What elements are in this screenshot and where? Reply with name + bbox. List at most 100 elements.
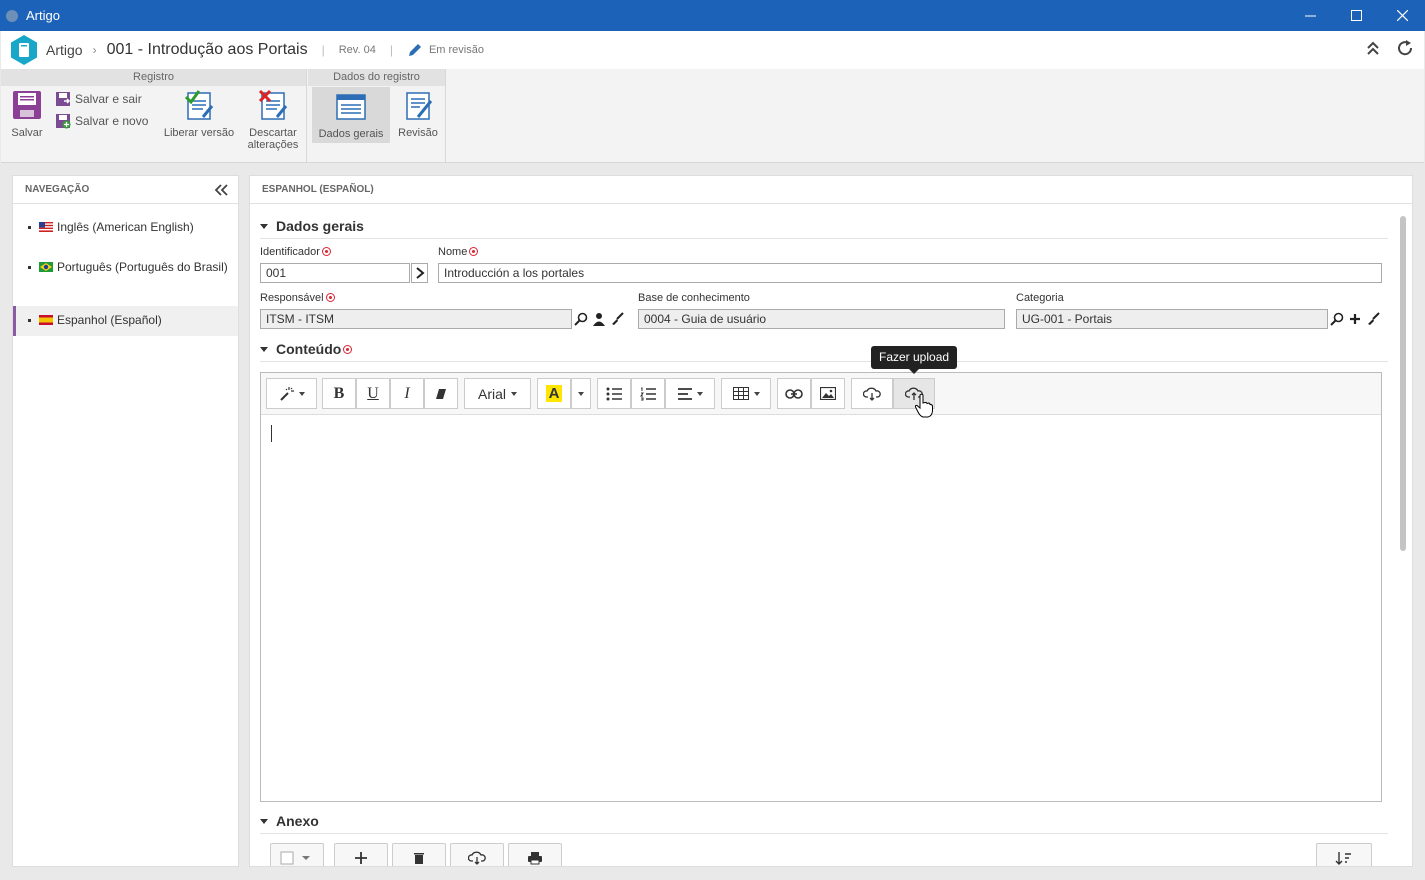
category-add-button[interactable] bbox=[1346, 309, 1363, 329]
nav-item-spanish[interactable]: Espanhol (Español) bbox=[13, 306, 238, 336]
category-input[interactable]: UG-001 - Portais bbox=[1016, 309, 1328, 329]
kb-label: Base de conhecimento bbox=[638, 292, 750, 304]
insert-link-button[interactable] bbox=[777, 378, 811, 409]
ribbon-group-registro: Registro Salvar Salvar e sair Salvar e n… bbox=[1, 69, 307, 163]
table-select[interactable] bbox=[721, 378, 771, 409]
minimize-button[interactable] bbox=[1287, 0, 1333, 31]
image-icon bbox=[820, 387, 836, 400]
responsible-user-button[interactable] bbox=[590, 309, 607, 329]
font-family-select[interactable]: Arial bbox=[464, 378, 531, 409]
record-header: Artigo › 001 - Introdução aos Portais | … bbox=[1, 31, 1424, 69]
discard-changes-button[interactable]: Descartar alterações bbox=[243, 89, 303, 151]
revision-icon bbox=[406, 92, 433, 120]
underline-button[interactable]: U bbox=[356, 378, 390, 409]
pencil-icon bbox=[408, 44, 421, 56]
discard-changes-icon bbox=[258, 89, 288, 120]
save-button[interactable]: Salvar bbox=[7, 89, 47, 139]
collapse-triangle-icon bbox=[260, 223, 268, 229]
section-attachment[interactable]: Anexo bbox=[260, 813, 1388, 834]
upload-tooltip: Fazer upload bbox=[871, 346, 958, 374]
printer-icon bbox=[528, 852, 542, 865]
general-data-button[interactable]: Dados gerais bbox=[312, 87, 390, 143]
hand-cursor-icon bbox=[914, 393, 933, 418]
category-clear-button[interactable] bbox=[1364, 309, 1381, 329]
cloud-download-icon bbox=[863, 387, 881, 401]
general-data-icon bbox=[336, 94, 366, 120]
table-icon bbox=[732, 387, 749, 400]
editor-content-area[interactable] bbox=[261, 416, 1381, 801]
category-search-button[interactable] bbox=[1328, 309, 1345, 329]
cloud-download-button[interactable] bbox=[851, 378, 893, 409]
required-icon bbox=[321, 247, 331, 256]
identifier-label: Identificador bbox=[260, 246, 331, 258]
revision-button[interactable]: Revisão bbox=[394, 89, 442, 139]
sort-icon bbox=[1335, 852, 1351, 865]
section-content[interactable]: Conteúdo bbox=[260, 341, 1388, 362]
delete-attachment-button[interactable] bbox=[392, 843, 446, 866]
save-new-button[interactable]: Salvar e novo bbox=[55, 113, 148, 129]
select-all-checkbox[interactable] bbox=[270, 843, 324, 866]
spain-flag-icon bbox=[39, 315, 53, 325]
numbered-list-icon bbox=[640, 387, 656, 400]
main-panel-title: ESPANHOL (ESPAÑOL) bbox=[250, 176, 1412, 204]
trash-icon bbox=[414, 853, 424, 864]
responsible-label: Responsável bbox=[260, 292, 335, 304]
ribbon-group-dados-registro: Dados do registro Dados gerais Revisão bbox=[308, 69, 446, 163]
insert-image-button[interactable] bbox=[811, 378, 845, 409]
style-magic-button[interactable] bbox=[266, 378, 317, 409]
maximize-button[interactable] bbox=[1333, 0, 1379, 31]
sort-attachments-button[interactable] bbox=[1316, 843, 1372, 866]
link-icon bbox=[785, 388, 803, 399]
status-badge: Em revisão bbox=[428, 44, 484, 56]
responsible-search-button[interactable] bbox=[572, 309, 589, 329]
highlight-color-button[interactable]: A bbox=[537, 378, 571, 409]
numbered-list-button[interactable] bbox=[631, 378, 665, 409]
section-general-data[interactable]: Dados gerais bbox=[260, 218, 1388, 239]
breadcrumb-app[interactable]: Artigo bbox=[46, 42, 83, 58]
save-exit-button[interactable]: Salvar e sair bbox=[55, 91, 142, 107]
revision-label: Rev. 04 bbox=[338, 44, 376, 56]
main-panel: ESPANHOL (ESPAÑOL) Dados gerais Identifi… bbox=[249, 175, 1413, 867]
window-title: Artigo bbox=[26, 8, 60, 23]
add-attachment-button[interactable] bbox=[334, 843, 388, 866]
collapse-up-icon[interactable] bbox=[1366, 39, 1380, 57]
clear-format-button[interactable] bbox=[424, 378, 458, 409]
eraser-brush-icon bbox=[1367, 312, 1380, 325]
save-exit-icon bbox=[56, 92, 71, 106]
responsible-clear-button[interactable] bbox=[608, 309, 625, 329]
chevron-right-icon bbox=[415, 267, 425, 279]
user-icon bbox=[592, 313, 605, 326]
rich-text-editor: B U I Arial A bbox=[260, 372, 1382, 802]
align-select[interactable] bbox=[665, 378, 715, 409]
name-input[interactable]: Introducción a los portales bbox=[438, 263, 1382, 283]
download-attachment-button[interactable] bbox=[450, 843, 504, 866]
close-button[interactable] bbox=[1379, 0, 1425, 31]
eraser-brush-icon bbox=[611, 312, 624, 325]
highlight-color-dropdown[interactable] bbox=[571, 378, 591, 409]
release-version-button[interactable]: Liberar versão bbox=[161, 89, 237, 139]
nav-item-portuguese[interactable]: Português (Português do Brasil) bbox=[13, 260, 238, 300]
responsible-input[interactable]: ITSM - ITSM bbox=[260, 309, 572, 329]
identifier-next-button[interactable] bbox=[411, 263, 428, 283]
page-title: 001 - Introdução aos Portais bbox=[106, 41, 308, 58]
search-icon bbox=[573, 312, 587, 326]
search-icon bbox=[1329, 312, 1343, 326]
article-logo-icon bbox=[11, 35, 37, 65]
kb-input: 0004 - Guia de usuário bbox=[638, 309, 1005, 329]
maximize-icon bbox=[1350, 10, 1362, 21]
bold-button[interactable]: B bbox=[322, 378, 356, 409]
window-titlebar: Artigo bbox=[0, 0, 1425, 31]
plus-icon bbox=[355, 852, 367, 864]
print-attachment-button[interactable] bbox=[508, 843, 562, 866]
refresh-icon[interactable] bbox=[1396, 39, 1414, 57]
bulleted-list-button[interactable] bbox=[597, 378, 631, 409]
identifier-input[interactable]: 001 bbox=[260, 263, 410, 283]
collapse-left-icon[interactable] bbox=[214, 183, 228, 197]
nav-item-english[interactable]: Inglês (American English) bbox=[13, 220, 238, 244]
cloud-download-icon bbox=[468, 851, 486, 865]
category-label: Categoria bbox=[1016, 292, 1064, 304]
collapse-triangle-icon bbox=[260, 818, 268, 824]
vertical-scrollbar[interactable] bbox=[1400, 216, 1406, 551]
name-label: Nome bbox=[438, 246, 479, 258]
italic-button[interactable]: I bbox=[390, 378, 424, 409]
